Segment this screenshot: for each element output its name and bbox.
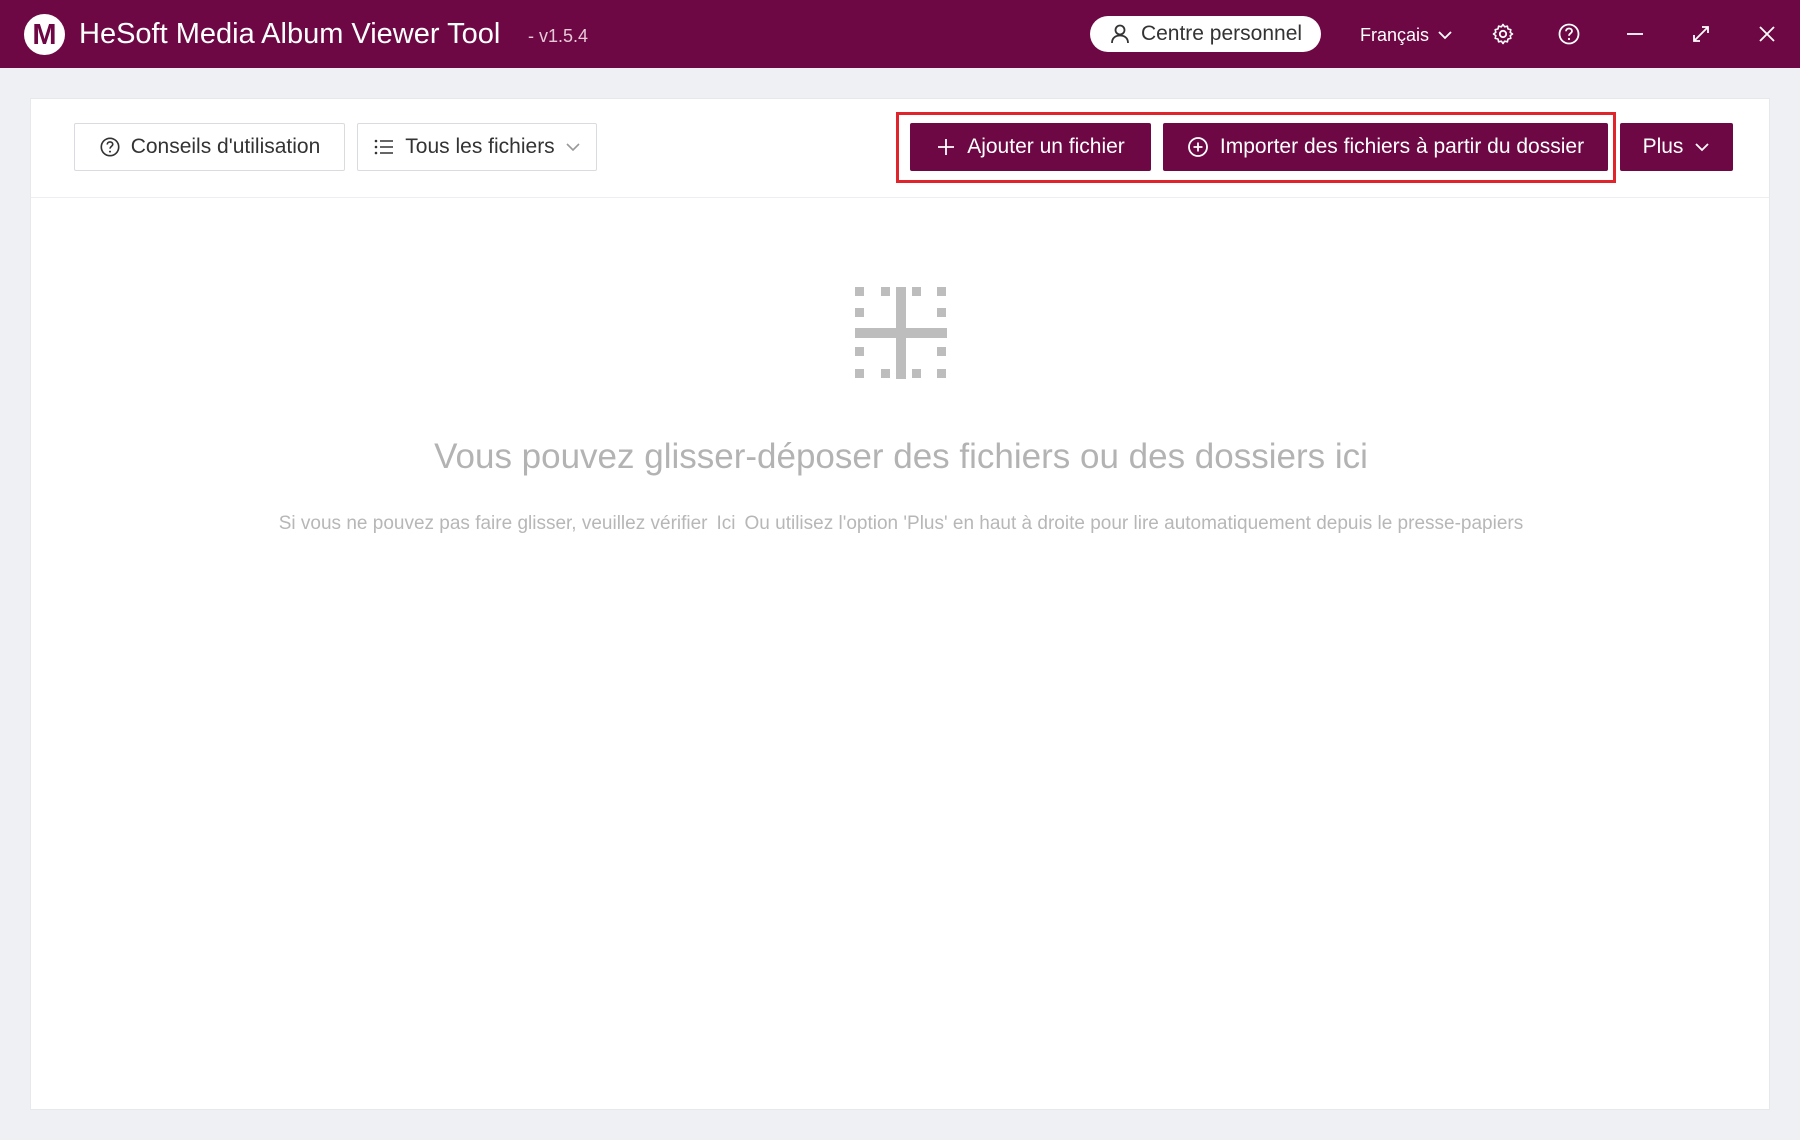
more-dropdown-button[interactable]: Plus xyxy=(1620,123,1733,171)
language-label: Français xyxy=(1360,24,1430,45)
drop-zone-hint: Si vous ne pouvez pas faire glisser, veu… xyxy=(31,512,1771,536)
plus-icon xyxy=(938,139,955,155)
app-title: HeSoft Media Album Viewer Tool xyxy=(79,18,501,50)
question-circle-icon xyxy=(1558,23,1580,45)
usage-tips-label: Conseils d'utilisation xyxy=(130,135,321,158)
minimize-button[interactable] xyxy=(1618,17,1652,51)
drop-zone-title: Vous pouvez glisser-déposer des fichiers… xyxy=(434,437,1368,476)
title-bar[interactable]: M HeSoft Media Album Viewer Tool - v1.5.… xyxy=(0,0,1800,68)
add-file-label: Ajouter un fichier xyxy=(967,135,1125,158)
minimize-icon xyxy=(1627,33,1643,35)
drop-grid-icon xyxy=(855,287,947,379)
app-window: M HeSoft Media Album Viewer Tool - v1.5.… xyxy=(0,0,1800,1140)
main-panel: Conseils d'utilisation Tous les fichiers xyxy=(30,98,1770,1110)
drop-hint-before: Si vous ne pouvez pas faire glisser, veu… xyxy=(278,513,708,534)
question-circle-icon xyxy=(100,137,120,157)
account-center-label: Centre personnel xyxy=(1140,22,1303,45)
maximize-button[interactable] xyxy=(1684,17,1718,51)
settings-button[interactable] xyxy=(1486,17,1520,51)
close-button[interactable] xyxy=(1750,17,1784,51)
user-icon xyxy=(1111,24,1129,44)
logo-letter: M xyxy=(32,19,56,51)
file-filter-label: Tous les fichiers xyxy=(405,135,555,158)
help-button[interactable] xyxy=(1552,17,1586,51)
chevron-down-icon xyxy=(1695,143,1710,152)
close-icon xyxy=(1759,26,1775,42)
drop-hint-link[interactable]: Ici xyxy=(717,513,736,534)
usage-tips-button[interactable]: Conseils d'utilisation xyxy=(74,123,345,171)
app-version: - v1.5.4 xyxy=(528,26,589,46)
account-center-button[interactable]: Centre personnel xyxy=(1090,16,1321,52)
file-filter-dropdown[interactable]: Tous les fichiers xyxy=(357,123,597,171)
chevron-down-icon xyxy=(1438,31,1452,40)
import-folder-label: Importer des fichiers à partir du dossie… xyxy=(1219,135,1585,158)
plus-circle-icon xyxy=(1188,137,1208,157)
more-label: Plus xyxy=(1642,135,1684,158)
import-folder-button[interactable]: Importer des fichiers à partir du dossie… xyxy=(1163,123,1608,171)
add-file-button[interactable]: Ajouter un fichier xyxy=(910,123,1151,171)
maximize-icon xyxy=(1693,26,1709,42)
logo-m-icon: M xyxy=(24,14,65,55)
toolbar: Conseils d'utilisation Tous les fichiers xyxy=(31,99,1769,198)
drop-hint-after: Ou utilisez l'option 'Plus' en haut à dr… xyxy=(744,513,1524,534)
chevron-down-icon xyxy=(566,143,580,152)
list-icon xyxy=(374,139,394,155)
gear-icon xyxy=(1492,23,1514,45)
language-select[interactable]: Français xyxy=(1360,20,1453,50)
